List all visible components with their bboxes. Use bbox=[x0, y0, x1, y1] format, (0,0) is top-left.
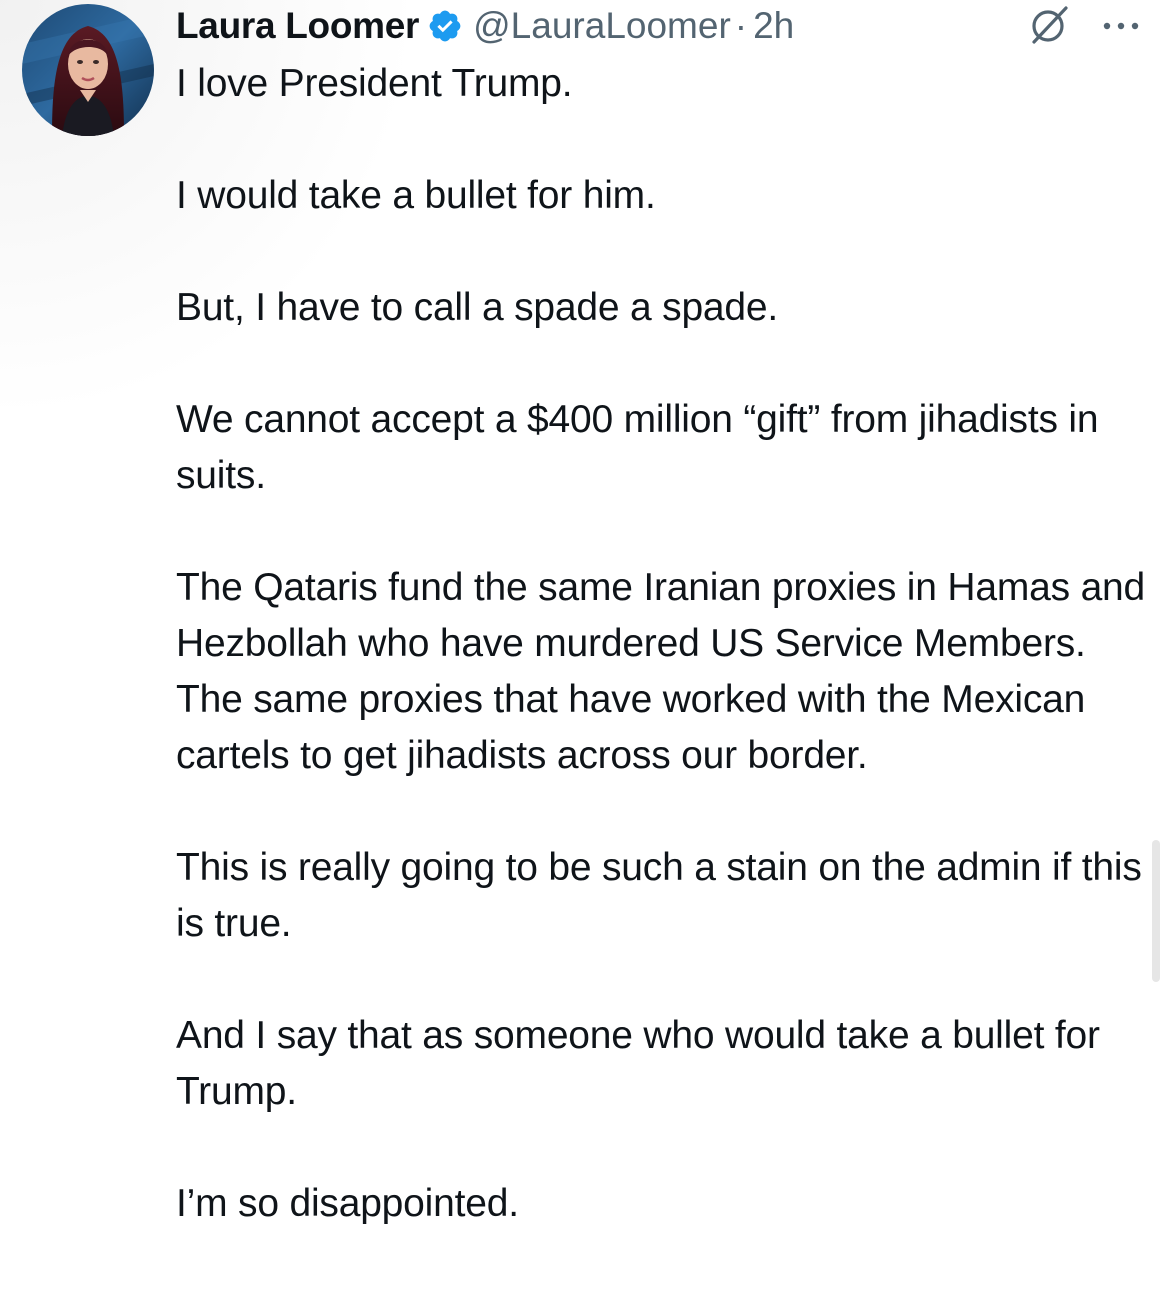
tweet-paragraph: We cannot accept a $400 million “gift” f… bbox=[176, 398, 1099, 497]
display-name[interactable]: Laura Loomer bbox=[176, 5, 419, 47]
tweet-header: Laura Loomer @LauraLoomer · 2h bbox=[176, 0, 794, 52]
tweet-paragraph: This is really going to be such a stain … bbox=[176, 846, 1142, 945]
tweet-paragraph: I love President Trump. bbox=[176, 62, 573, 105]
tweet-paragraph: The Qataris fund the same Iranian proxie… bbox=[176, 566, 1146, 777]
author-handle[interactable]: @LauraLoomer bbox=[473, 5, 731, 47]
more-options-icon[interactable] bbox=[1098, 4, 1144, 44]
avatar-photo-icon bbox=[22, 4, 154, 136]
tweet-paragraph: I’m so disappointed. bbox=[176, 1182, 519, 1225]
tweet[interactable]: Laura Loomer @LauraLoomer · 2h I love Pr… bbox=[0, 0, 1170, 1302]
tweet-paragraph: But, I have to call a spade a spade. bbox=[176, 286, 779, 329]
verified-badge-icon[interactable] bbox=[427, 8, 463, 44]
scrollbar[interactable] bbox=[1152, 840, 1160, 982]
tweet-paragraph: And I say that as someone who would take… bbox=[176, 1014, 1100, 1113]
separator-dot: · bbox=[734, 5, 748, 46]
tweet-text: I love President Trump. I would take a b… bbox=[176, 56, 1151, 1232]
timestamp[interactable]: 2h bbox=[753, 5, 794, 47]
grok-icon[interactable] bbox=[1024, 2, 1074, 48]
avatar[interactable] bbox=[22, 4, 154, 136]
tweet-paragraph: I would take a bullet for him. bbox=[176, 174, 656, 217]
